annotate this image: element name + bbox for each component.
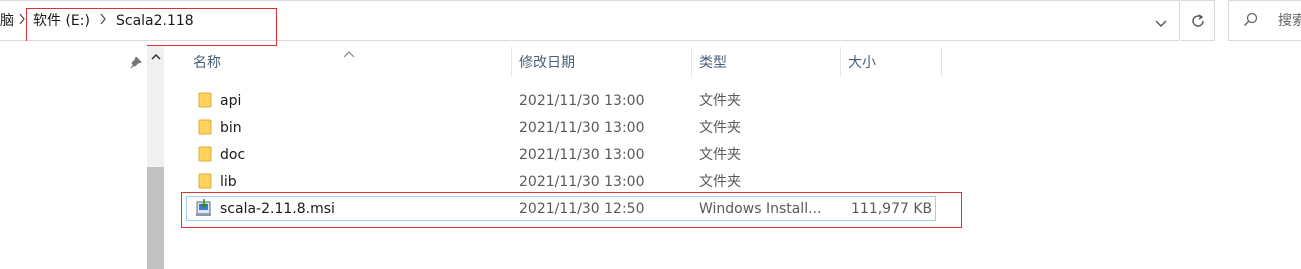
column-header-name[interactable]: 名称 — [193, 53, 221, 77]
chevron-right-icon[interactable] — [18, 13, 26, 28]
scroll-thumb[interactable] — [147, 167, 164, 269]
file-name[interactable]: bin — [220, 118, 242, 138]
column-divider[interactable] — [691, 47, 692, 77]
chevron-down-icon[interactable] — [1154, 14, 1168, 33]
folder-icon — [198, 119, 212, 139]
chevron-up-icon — [150, 53, 161, 60]
file-type: 文件夹 — [699, 174, 741, 190]
file-name[interactable]: doc — [220, 145, 245, 165]
navigation-pane[interactable] — [0, 41, 147, 269]
pin-icon[interactable] — [128, 55, 142, 74]
refresh-icon — [1191, 13, 1204, 27]
folder-icon — [198, 92, 212, 112]
search-placeholder: 搜索 — [1278, 13, 1301, 29]
file-name[interactable]: api — [220, 91, 241, 111]
highlight-box — [181, 192, 962, 228]
file-type: 文件夹 — [699, 147, 741, 163]
column-divider[interactable] — [511, 47, 512, 77]
folder-icon — [198, 146, 212, 166]
search-icon — [1243, 12, 1259, 32]
file-modified: 2021/11/30 13:00 — [519, 147, 645, 163]
file-modified: 2021/11/30 13:00 — [519, 120, 645, 136]
refresh-button[interactable] — [1181, 0, 1215, 41]
folder-icon — [198, 173, 212, 193]
file-type: 文件夹 — [699, 93, 741, 109]
column-divider[interactable] — [941, 47, 942, 77]
file-modified: 2021/11/30 13:00 — [519, 93, 645, 109]
address-prefix-fragment: 脑 — [0, 13, 14, 29]
column-divider[interactable] — [840, 47, 841, 77]
file-modified: 2021/11/30 13:00 — [519, 174, 645, 190]
file-type: 文件夹 — [699, 120, 741, 136]
scroll-up-button[interactable] — [147, 48, 164, 66]
column-header-type[interactable]: 类型 — [699, 53, 727, 77]
column-header-modified[interactable]: 修改日期 — [519, 53, 575, 77]
column-header-size[interactable]: 大小 — [848, 53, 876, 77]
file-name[interactable]: lib — [220, 172, 237, 192]
sort-ascending-icon — [343, 44, 355, 63]
